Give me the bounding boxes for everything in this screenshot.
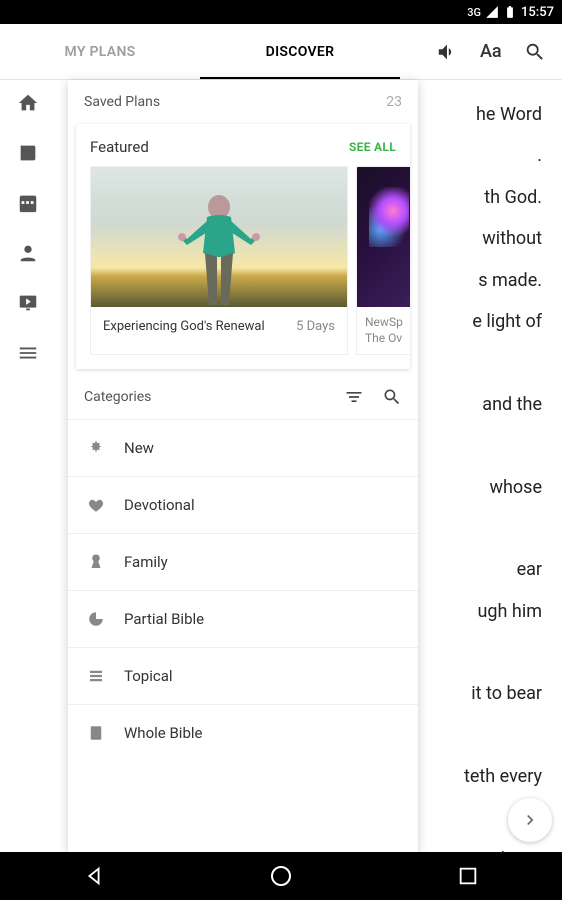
category-icon	[86, 552, 106, 572]
category-label: Partial Bible	[124, 610, 204, 628]
tab-my-plans[interactable]: MY PLANS	[0, 24, 200, 79]
category-item[interactable]: Partial Bible	[68, 590, 418, 647]
menu-icon[interactable]	[17, 342, 39, 364]
signal-icon	[485, 5, 499, 19]
plan-duration: 5 Days	[296, 319, 335, 334]
audio-icon[interactable]	[436, 41, 458, 63]
tab-discover[interactable]: DISCOVER	[200, 24, 400, 79]
featured-carousel[interactable]: Experiencing God's Renewal 5 Days NewSp …	[76, 166, 410, 369]
home-icon[interactable]	[271, 866, 291, 886]
back-icon[interactable]	[83, 865, 105, 887]
categories-list: New Devotional Family Partial Bible Topical W…	[68, 419, 418, 852]
categories-title: Categories	[84, 389, 151, 405]
clock: 15:57	[521, 5, 554, 20]
search-icon[interactable]	[524, 41, 546, 63]
profile-icon[interactable]	[17, 242, 39, 264]
status-bar: 3G 15:57	[0, 0, 562, 24]
body: he Word.th God.withouts made.e light of …	[0, 80, 562, 852]
recents-icon[interactable]	[457, 865, 479, 887]
category-icon	[86, 438, 106, 458]
saved-plans-row[interactable]: Saved Plans 23	[68, 80, 418, 124]
plans-icon[interactable]	[17, 192, 39, 214]
search-icon[interactable]	[382, 387, 402, 407]
categories-header: Categories	[68, 369, 418, 419]
featured-plan-1[interactable]: Experiencing God's Renewal 5 Days	[90, 166, 348, 355]
plan-title: NewSp	[365, 315, 407, 331]
category-item[interactable]: New	[68, 419, 418, 476]
android-nav-bar	[0, 852, 562, 900]
category-label: Family	[124, 553, 168, 571]
saved-plans-label: Saved Plans	[84, 94, 160, 110]
plan-image	[91, 167, 347, 307]
category-icon	[86, 609, 106, 629]
category-label: Devotional	[124, 496, 195, 514]
category-label: New	[124, 439, 154, 457]
plan-subtitle: The Ov	[365, 331, 407, 347]
category-item[interactable]: Topical	[68, 647, 418, 704]
top-bar: MY PLANS DISCOVER Aa	[0, 24, 562, 80]
bible-icon[interactable]	[17, 142, 39, 164]
sidebar	[0, 80, 56, 852]
plan-image	[357, 167, 410, 307]
filter-icon[interactable]	[344, 387, 364, 407]
category-icon	[86, 723, 106, 743]
category-label: Whole Bible	[124, 724, 202, 742]
category-icon	[86, 666, 106, 686]
featured-card: Featured SEE ALL	[76, 124, 410, 369]
home-icon[interactable]	[17, 92, 39, 114]
category-item[interactable]: Devotional	[68, 476, 418, 533]
featured-title: Featured	[90, 138, 149, 156]
font-button[interactable]: Aa	[480, 41, 502, 63]
category-item[interactable]: Family	[68, 533, 418, 590]
video-icon[interactable]	[17, 292, 39, 314]
category-label: Topical	[124, 667, 173, 685]
next-button[interactable]	[508, 798, 552, 842]
topbar-actions: Aa	[420, 41, 562, 63]
chevron-right-icon	[520, 810, 540, 830]
featured-plan-2[interactable]: NewSp The Ov	[356, 166, 410, 355]
network-indicator: 3G	[467, 6, 481, 19]
category-icon	[86, 495, 106, 515]
see-all-button[interactable]: SEE ALL	[349, 140, 396, 154]
category-item[interactable]: Whole Bible	[68, 704, 418, 761]
discover-panel: Saved Plans 23 Featured SEE ALL	[68, 80, 418, 852]
plan-title: Experiencing God's Renewal	[103, 319, 265, 334]
tabs: MY PLANS DISCOVER	[0, 24, 420, 79]
battery-icon	[503, 5, 517, 19]
saved-plans-count: 23	[386, 94, 402, 110]
